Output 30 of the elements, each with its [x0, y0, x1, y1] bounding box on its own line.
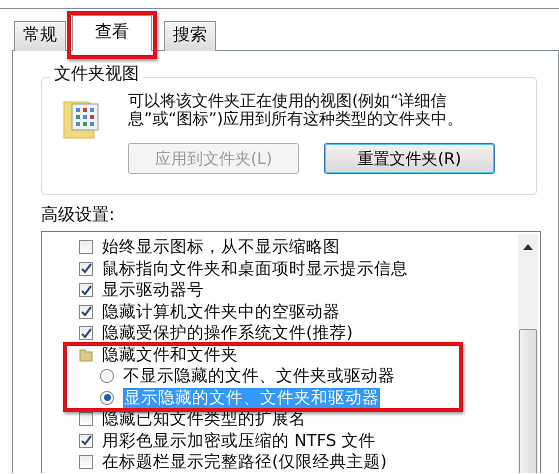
- checkbox[interactable]: [79, 240, 93, 254]
- tab[interactable]: 查看: [72, 15, 152, 51]
- radio-button[interactable]: [100, 390, 114, 405]
- group-label: 隐藏文件和文件夹: [102, 344, 238, 365]
- checkbox[interactable]: [79, 283, 93, 298]
- description-text: 可以将该文件夹正在使用的视图(例如“详细信息”或“图标”)应用到所有这种类型的文件夹中。: [128, 92, 464, 128]
- tab[interactable]: 常规: [14, 21, 66, 51]
- folder-icon: [79, 348, 93, 362]
- checkbox[interactable]: [79, 326, 93, 340]
- tab[interactable]: 搜索: [164, 21, 216, 51]
- radio-button[interactable]: [100, 369, 114, 384]
- option-label[interactable]: 始终显示图标，从不显示缩略图: [102, 237, 340, 258]
- option-label[interactable]: 鼠标指向文件夹和桌面项时显示提示信息: [102, 258, 408, 279]
- scroll-thumb[interactable]: [519, 329, 537, 473]
- scrollbar[interactable]: [518, 234, 538, 473]
- checkbox[interactable]: [79, 455, 93, 470]
- option-label[interactable]: 用彩色显示加密或压缩的 NTFS 文件: [102, 430, 376, 451]
- group-title: 文件夹视图: [50, 64, 143, 84]
- option-label[interactable]: 在标题栏显示完整路径(仅限经典主题): [102, 452, 387, 472]
- checkbox[interactable]: [79, 304, 93, 319]
- dialog-button[interactable]: 重置文件夹(R): [324, 143, 495, 174]
- scroll-up-icon[interactable]: [523, 244, 533, 250]
- section-label: 高级设置:: [41, 205, 115, 226]
- option-label[interactable]: 不显示隐藏的文件、文件夹或驱动器: [123, 366, 395, 386]
- option-label[interactable]: 显示驱动器号: [102, 280, 204, 300]
- checkbox[interactable]: [79, 434, 93, 448]
- checkbox[interactable]: [79, 262, 93, 276]
- option-label[interactable]: 隐藏计算机文件夹中的空驱动器: [102, 302, 340, 322]
- option-label[interactable]: 隐藏受保护的操作系统文件(推荐): [102, 323, 353, 344]
- checkbox[interactable]: [79, 412, 93, 426]
